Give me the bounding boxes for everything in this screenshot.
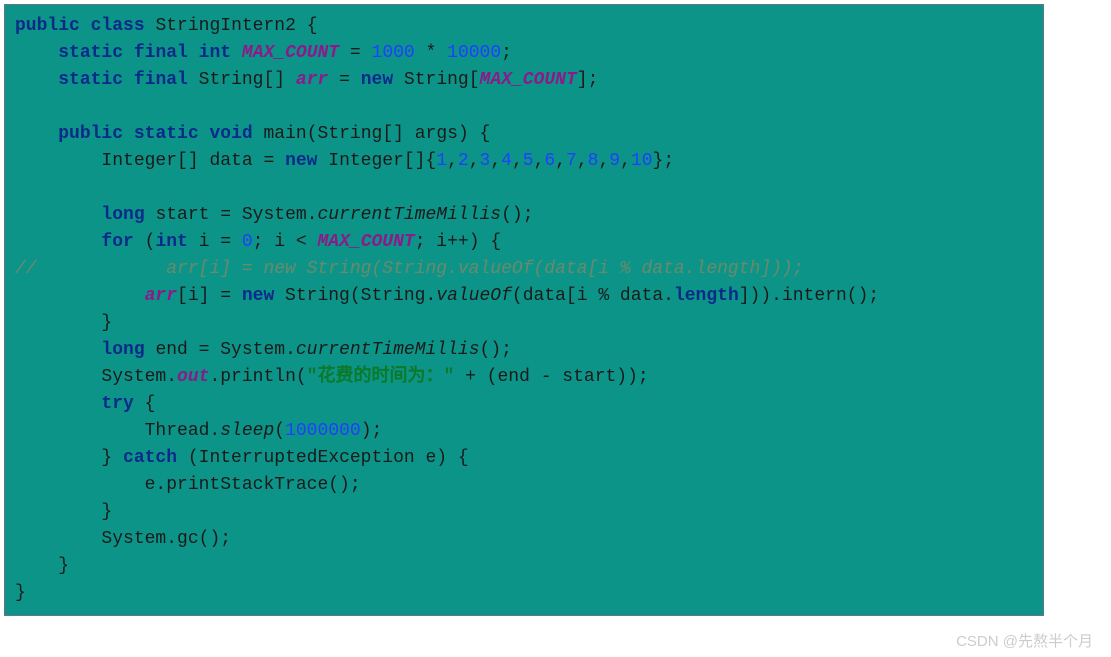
code-line-10: } xyxy=(15,313,112,333)
code-line-2: static final int MAX_COUNT = 1000 * 1000… xyxy=(15,43,512,63)
code-line-6: long start = System.currentTimeMillis(); xyxy=(15,205,534,225)
watermark: CSDN @先熬半个月 xyxy=(956,630,1093,651)
code-line-8-comment: // arr[i] = new String(String.valueOf(da… xyxy=(15,259,804,279)
code-line-20: } xyxy=(15,583,26,603)
code-block: public class StringIntern2 { static fina… xyxy=(4,4,1044,616)
code-line-12: System.out.println("花费的时间为：" + (end - st… xyxy=(15,367,649,387)
code-line-13: try { xyxy=(15,394,155,414)
code-line-16: e.printStackTrace(); xyxy=(15,475,361,495)
code-line-11: long end = System.currentTimeMillis(); xyxy=(15,340,512,360)
code-line-17: } xyxy=(15,502,112,522)
code-line-14: Thread.sleep(1000000); xyxy=(15,421,382,441)
code-line-18: System.gc(); xyxy=(15,529,231,549)
code-line-7: for (int i = 0; i < MAX_COUNT; i++) { xyxy=(15,232,501,252)
code-line-15: } catch (InterruptedException e) { xyxy=(15,448,469,468)
code-line-3: static final String[] arr = new String[M… xyxy=(15,70,598,90)
code-line-5: Integer[] data = new Integer[]{1,2,3,4,5… xyxy=(15,151,674,171)
code-line-1: public class StringIntern2 { xyxy=(15,16,318,36)
code-line-19: } xyxy=(15,556,69,576)
code-line-9: arr[i] = new String(String.valueOf(data[… xyxy=(15,286,879,306)
code-line-4: public static void main(String[] args) { xyxy=(15,124,490,144)
